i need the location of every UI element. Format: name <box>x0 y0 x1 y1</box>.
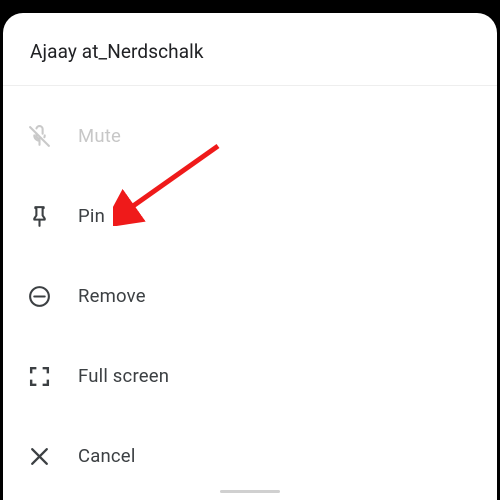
remove-option[interactable]: Remove <box>3 256 497 336</box>
pin-label: Pin <box>78 205 105 227</box>
bottom-sheet: Ajaay at_Nerdschalk Mute <box>3 13 497 500</box>
mic-off-icon <box>24 122 54 150</box>
mute-label: Mute <box>78 125 121 147</box>
fullscreen-label: Full screen <box>78 365 169 387</box>
menu-list: Mute Pin Remove <box>3 86 497 496</box>
remove-icon <box>24 282 54 310</box>
cancel-label: Cancel <box>78 445 136 467</box>
fullscreen-icon <box>24 362 54 390</box>
home-indicator <box>220 490 280 494</box>
remove-label: Remove <box>78 285 146 307</box>
cancel-option[interactable]: Cancel <box>3 416 497 496</box>
sheet-header: Ajaay at_Nerdschalk <box>3 40 497 86</box>
pin-icon <box>24 202 54 230</box>
close-icon <box>24 442 54 470</box>
participant-name: Ajaay at_Nerdschalk <box>30 40 470 63</box>
mute-option: Mute <box>3 96 497 176</box>
pin-option[interactable]: Pin <box>3 176 497 256</box>
fullscreen-option[interactable]: Full screen <box>3 336 497 416</box>
